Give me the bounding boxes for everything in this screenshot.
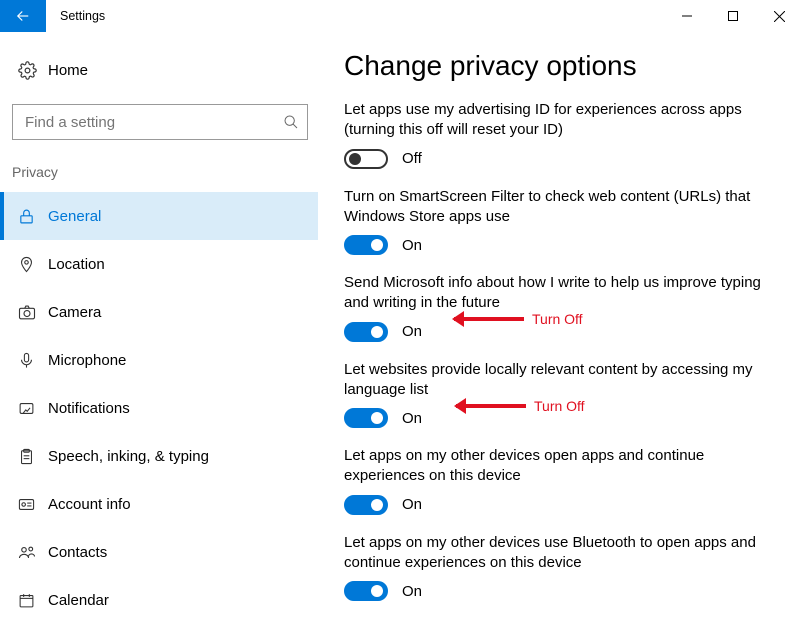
sidebar-item-label: Microphone	[48, 352, 126, 369]
sidebar-item-label: Calendar	[48, 592, 109, 609]
search-icon	[283, 114, 299, 130]
toggle-send-typing-info[interactable]	[344, 322, 388, 342]
minimize-button[interactable]	[664, 0, 710, 32]
toggle-state-label: On	[402, 410, 422, 427]
toggle-state-label: On	[402, 496, 422, 513]
titlebar-drag-area[interactable]	[105, 0, 664, 32]
toggle-state-label: On	[402, 323, 422, 340]
option-bluetooth-cross-device: Let apps on my other devices use Bluetoo…	[344, 533, 768, 602]
minimize-icon	[682, 11, 692, 21]
option-send-typing-info: Send Microsoft info about how I write to…	[344, 273, 768, 342]
camera-icon	[18, 303, 48, 321]
clipboard-icon	[18, 448, 48, 465]
sidebar-item-contacts[interactable]: Contacts	[0, 528, 318, 576]
sidebar-item-notifications[interactable]: Notifications	[0, 384, 318, 432]
option-cross-device-apps: Let apps on my other devices open apps a…	[344, 446, 768, 515]
notifications-icon	[18, 400, 48, 417]
arrow-left-icon	[14, 7, 32, 25]
sidebar-item-label: Location	[48, 256, 105, 273]
arrow-left-annotation-icon	[456, 404, 526, 408]
sidebar-item-label: Notifications	[48, 400, 130, 417]
toggle-state-label: Off	[402, 150, 422, 167]
sidebar-item-calendar[interactable]: Calendar	[0, 576, 318, 624]
sidebar-item-label: Speech, inking, & typing	[48, 448, 209, 465]
close-icon	[774, 11, 785, 22]
option-description: Send Microsoft info about how I write to…	[344, 273, 768, 314]
sidebar-item-label: General	[48, 208, 101, 225]
maximize-icon	[728, 11, 738, 21]
window-title: Settings	[46, 0, 105, 32]
option-language-list: Let websites provide locally relevant co…	[344, 360, 768, 429]
sidebar-item-label: Account info	[48, 496, 131, 513]
sidebar-item-location[interactable]: Location	[0, 240, 318, 288]
option-description: Let apps on my other devices open apps a…	[344, 446, 768, 487]
calendar-icon	[18, 592, 48, 609]
sidebar-item-account-info[interactable]: Account info	[0, 480, 318, 528]
sidebar-item-label: Contacts	[48, 544, 107, 561]
location-icon	[18, 256, 48, 273]
toggle-smartscreen[interactable]	[344, 235, 388, 255]
sidebar-home-label: Home	[48, 62, 88, 79]
sidebar-home[interactable]: Home	[0, 50, 318, 90]
toggle-cross-device-apps[interactable]	[344, 495, 388, 515]
option-description: Turn on SmartScreen Filter to check web …	[344, 187, 768, 228]
microphone-icon	[18, 352, 48, 369]
titlebar: Settings	[0, 0, 802, 32]
option-description: Let websites provide locally relevant co…	[344, 360, 768, 401]
maximize-button[interactable]	[710, 0, 756, 32]
option-smartscreen: Turn on SmartScreen Filter to check web …	[344, 187, 768, 256]
toggle-advertising-id[interactable]	[344, 149, 388, 169]
close-button[interactable]	[756, 0, 802, 32]
main-panel: Change privacy options Let apps use my a…	[318, 32, 802, 633]
contacts-icon	[18, 543, 48, 561]
back-button[interactable]	[0, 0, 46, 32]
sidebar-item-label: Camera	[48, 304, 101, 321]
toggle-state-label: On	[402, 237, 422, 254]
sidebar: Home Privacy General Location Camera	[0, 32, 318, 633]
toggle-language-list[interactable]	[344, 408, 388, 428]
sidebar-item-camera[interactable]: Camera	[0, 288, 318, 336]
search-box[interactable]	[12, 104, 308, 140]
gear-icon	[18, 61, 48, 80]
arrow-left-annotation-icon	[454, 317, 524, 321]
sidebar-item-microphone[interactable]: Microphone	[0, 336, 318, 384]
toggle-bluetooth-cross-device[interactable]	[344, 581, 388, 601]
toggle-state-label: On	[402, 583, 422, 600]
page-title: Change privacy options	[344, 50, 768, 82]
option-description: Let apps use my advertising ID for exper…	[344, 100, 768, 141]
sidebar-item-speech[interactable]: Speech, inking, & typing	[0, 432, 318, 480]
sidebar-item-general[interactable]: General	[0, 192, 318, 240]
option-description: Let apps on my other devices use Bluetoo…	[344, 533, 768, 574]
account-icon	[18, 496, 48, 513]
search-input[interactable]	[25, 114, 283, 131]
sidebar-section-header: Privacy	[0, 140, 318, 186]
lock-icon	[18, 208, 48, 225]
option-advertising-id: Let apps use my advertising ID for exper…	[344, 100, 768, 169]
